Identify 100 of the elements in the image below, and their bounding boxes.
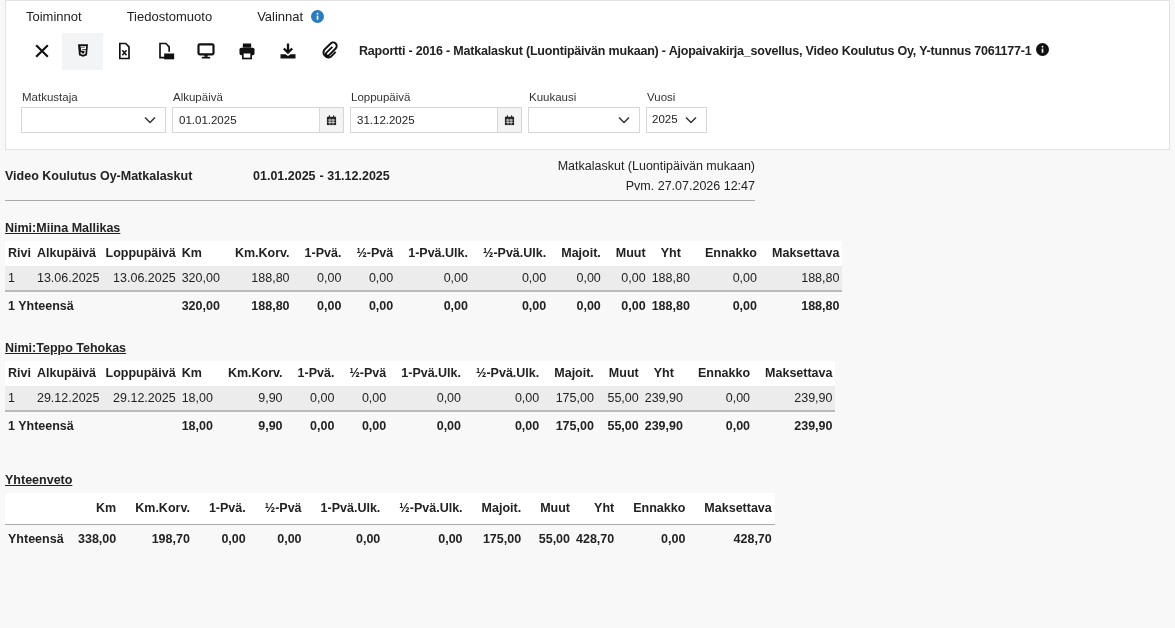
column-header: Km.Korv.: [233, 244, 291, 262]
table-cell: 320,00: [178, 290, 223, 321]
table-cell: 239,90: [641, 410, 686, 441]
column-header: 1-Pvä.Ulk.: [319, 499, 382, 517]
table-cell: 0,00: [685, 410, 754, 441]
print-date: Pvm. 27.07.2026 12:47: [625, 178, 755, 195]
table-cell: 0,00: [549, 290, 604, 321]
table-cell: 0,00: [396, 265, 471, 291]
field-label: Vuosi: [646, 90, 677, 105]
menu-item[interactable]: Valinnat: [257, 6, 304, 27]
column-header: Majoit.: [553, 364, 595, 382]
column-header: Loppupäivä: [104, 244, 177, 262]
report-type: Matkalaskut (Luontipäivän mukaan): [557, 158, 755, 175]
table-cell: 0,00: [383, 523, 466, 554]
column-header: ½-Pvä: [348, 364, 388, 382]
column-header: Loppupäivä: [104, 364, 177, 382]
table-cell: 428,70: [573, 523, 618, 554]
column-header: ½-Pvä: [263, 499, 303, 517]
table-cell: 188,80: [648, 290, 693, 321]
column-header: Alkupäivä: [35, 244, 97, 262]
table-cell: 1: [5, 265, 34, 291]
column-header: Km: [180, 364, 203, 382]
table-cell: Yhteensä: [5, 523, 75, 554]
table-cell: 239,90: [753, 385, 836, 411]
toolbar-button[interactable]: [62, 32, 103, 70]
column-header: ½-Pvä.Ulk.: [398, 499, 464, 517]
column-header: Maksettava: [771, 244, 841, 262]
column-header: Km: [95, 499, 118, 517]
table-cell: 428,70: [688, 523, 775, 554]
table-cell: 0,00: [464, 410, 543, 441]
field-label: Loppupäivä: [350, 90, 412, 105]
report-title: Raportti - 2016 - Matkalaskut (Luontipäivän mukaan) - Ajopaivakirja_sovellus, Video Koulutus Oy, Y-tunnus 7061177-1: [359, 42, 1032, 60]
table-cell: 175,00: [465, 523, 525, 554]
report-company: Video Koulutus Oy-Matkalaskut: [5, 167, 194, 185]
column-header: 1-Pvä.: [303, 244, 343, 262]
column-header: Ennakko: [703, 244, 758, 262]
table-cell: 0,00: [396, 290, 471, 321]
table-cell: 338,00: [75, 523, 120, 554]
table-cell: 0,00: [248, 523, 305, 554]
table-cell: 1 Yhteensä: [5, 290, 179, 321]
table-cell: 55,00: [596, 410, 642, 441]
table-cell: 0,00: [617, 523, 689, 554]
table-cell: 0,00: [292, 290, 345, 321]
column-header: Km.Korv.: [134, 499, 191, 517]
table-cell: 188,80: [760, 290, 843, 321]
table-cell: 188,80: [222, 290, 293, 321]
menu-item[interactable]: Tiedostomuoto: [126, 6, 213, 27]
table-cell: 0,00: [337, 410, 390, 441]
table-cell: 239,90: [753, 410, 836, 441]
report-end-date: - 31.12.2025: [319, 167, 390, 185]
table-cell: 0,00: [471, 290, 550, 321]
table-cell: 0,00: [192, 523, 249, 554]
table-cell: 0,00: [692, 290, 760, 321]
table-cell: 1: [5, 385, 34, 411]
table-cell: 0,00: [344, 290, 397, 321]
menu-item[interactable]: Toiminnot: [26, 6, 82, 27]
field-label: Kuukausi: [528, 90, 578, 105]
person-name: Nimi:Miina Mallikas: [5, 220, 122, 237]
column-header: 1-Pvä.Ulk.: [407, 244, 469, 262]
column-header: Rivi: [7, 244, 32, 262]
info-icon[interactable]: [1035, 43, 1049, 56]
column-header: Maksettava: [703, 499, 773, 517]
column-header: 1-Pvä.: [296, 364, 336, 382]
table-cell: 0,00: [464, 385, 543, 411]
summary-title: Yhteenveto: [5, 472, 74, 489]
column-header: ½-Pvä.Ulk.: [482, 244, 548, 262]
table-cell: 0,00: [389, 385, 465, 411]
column-header: Maksettava: [764, 364, 834, 382]
table-cell: 175,00: [542, 385, 597, 411]
column-header: Yht: [659, 244, 682, 262]
column-header: 1-Pvä.: [207, 499, 247, 517]
column-header: Muut: [614, 244, 647, 262]
table-cell: 0,00: [337, 385, 390, 411]
table-cell: 0,00: [549, 265, 604, 291]
column-header: Ennakko: [632, 499, 687, 517]
date-field[interactable]: 31.12.2025: [350, 107, 522, 133]
field-label: Matkustaja: [21, 90, 79, 105]
column-header: Majoit.: [480, 499, 523, 517]
table-cell: 1 Yhteensä: [5, 410, 179, 441]
column-header: Muut: [539, 499, 571, 517]
table-cell: 0,00: [344, 265, 397, 291]
column-header: Rivi: [7, 364, 32, 382]
column-header: Muut: [607, 364, 640, 382]
table-cell: 0,00: [389, 410, 465, 441]
table-cell: 18,00: [178, 410, 216, 441]
table-cell: 0,00: [304, 523, 384, 554]
field-label: Alkupäivä: [172, 90, 224, 105]
dropdown[interactable]: 2025: [646, 107, 707, 133]
column-header: Km: [180, 244, 203, 262]
table-cell: 188,80: [760, 265, 843, 291]
monitor-icon: [195, 41, 216, 61]
column-header: 1-Pvä.Ulk.: [400, 364, 463, 382]
column-header: Yht: [593, 499, 616, 517]
date-field[interactable]: 01.01.2025: [172, 107, 344, 133]
table-cell: 0,00: [603, 290, 649, 321]
report-start-date: 01.01.2025: [253, 167, 316, 185]
table-cell: 55,00: [524, 523, 573, 554]
column-header: Majoit.: [560, 244, 602, 262]
column-header: ½-Pvä.Ulk.: [475, 364, 541, 382]
column-header: Ennakko: [696, 364, 752, 382]
